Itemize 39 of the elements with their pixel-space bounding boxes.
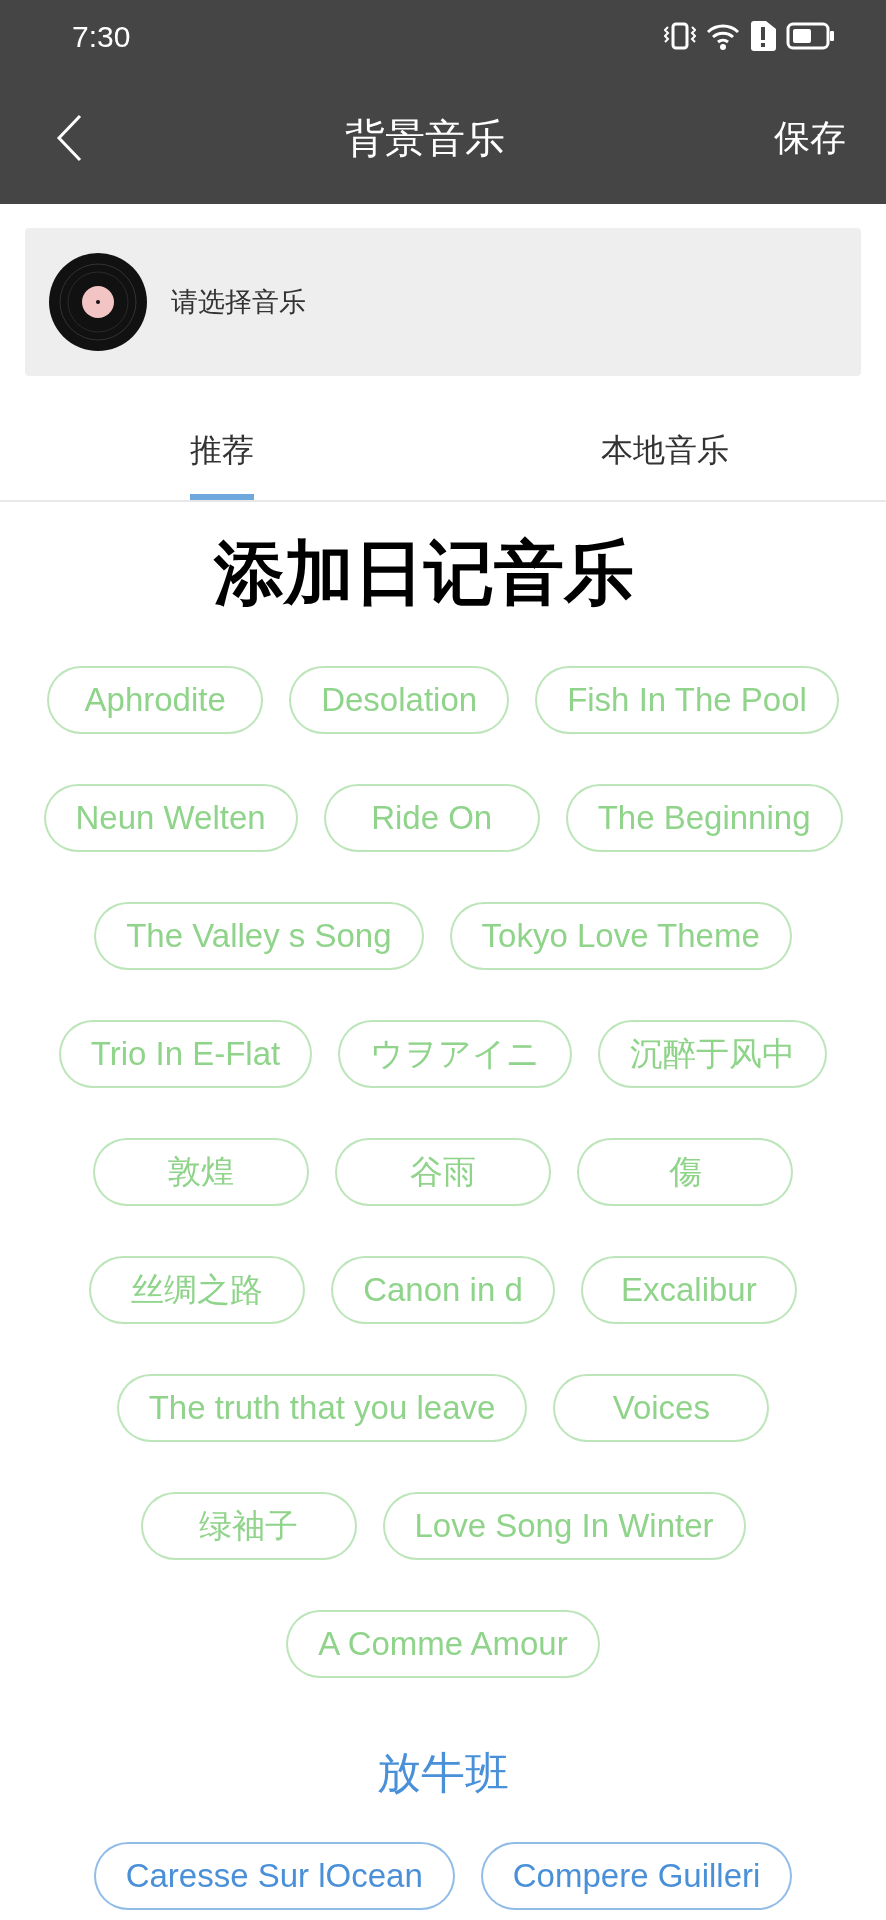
song-tag[interactable]: Ride On — [323, 784, 540, 852]
save-button[interactable]: 保存 — [774, 111, 846, 165]
song-tag[interactable]: Voices — [553, 1374, 770, 1442]
song-tag[interactable]: Tokyo Love Theme — [449, 902, 792, 970]
wifi-icon — [706, 22, 740, 50]
song-tag[interactable]: Love Song In Winter — [382, 1492, 746, 1560]
section-title: 放牛班 — [377, 1747, 509, 1799]
song-tag[interactable]: The truth that you leave — [116, 1374, 528, 1442]
song-tag[interactable]: Compere Guilleri — [480, 1842, 793, 1910]
back-icon — [56, 114, 82, 162]
song-tag[interactable]: Caresse Sur lOcean — [93, 1842, 455, 1910]
song-tag[interactable]: 绿袖子 — [140, 1492, 357, 1560]
song-tag[interactable]: 谷雨 — [335, 1138, 551, 1206]
song-tag[interactable]: 敦煌 — [93, 1138, 309, 1206]
song-tag[interactable]: Neun Welten — [43, 784, 298, 852]
vibrate-icon — [664, 21, 696, 51]
status-time: 7:30 — [72, 18, 131, 55]
selected-music-text: 请选择音乐 — [171, 285, 306, 319]
alert-icon — [750, 21, 776, 51]
caption-overlay: 添加日记音乐 — [214, 538, 634, 608]
tab[interactable]: 推荐 — [189, 400, 254, 500]
song-tag[interactable]: ウヲアイニ — [338, 1020, 573, 1088]
song-tag[interactable]: 沉醉于风中 — [598, 1020, 828, 1088]
song-tag[interactable]: Trio In E-Flat — [58, 1020, 313, 1088]
vinyl-record-icon — [49, 253, 147, 351]
song-tag[interactable]: Fish In The Pool — [535, 666, 839, 734]
song-tag[interactable]: Aphrodite — [47, 666, 264, 734]
song-tag[interactable]: 傷 — [577, 1138, 793, 1206]
song-tag[interactable]: A Comme Amour — [286, 1610, 600, 1678]
song-tag[interactable]: The Beginning — [565, 784, 843, 852]
song-tag[interactable]: Canon in d — [331, 1256, 555, 1324]
song-tag[interactable]: 丝绸之路 — [89, 1256, 306, 1324]
song-tag[interactable]: Desolation — [289, 666, 510, 734]
battery-icon — [786, 22, 836, 50]
selected-music-card[interactable]: 请选择音乐 — [25, 228, 861, 376]
page-title: 背景音乐 — [345, 115, 505, 162]
song-tag[interactable]: Excalibur — [580, 1256, 797, 1324]
song-tag[interactable]: The Valley s Song — [94, 902, 424, 970]
tab[interactable]: 本地音乐 — [600, 400, 729, 500]
